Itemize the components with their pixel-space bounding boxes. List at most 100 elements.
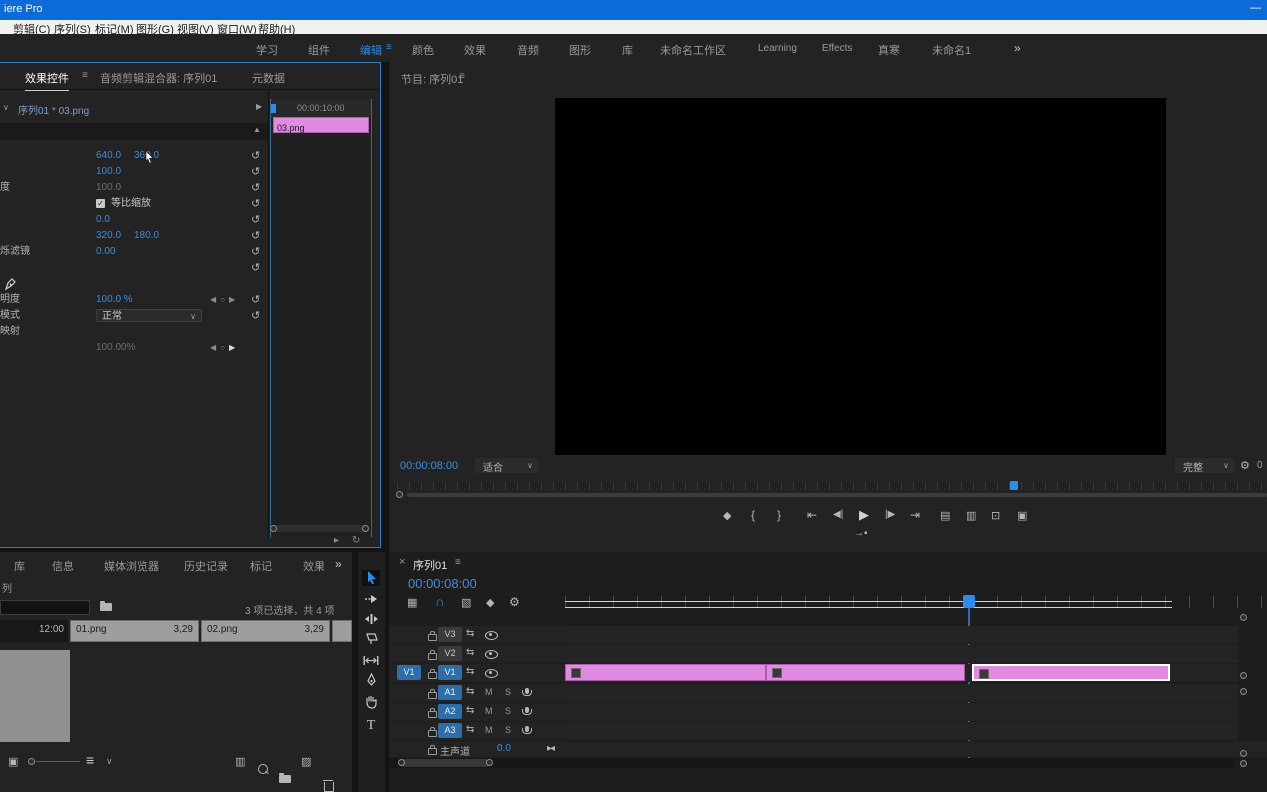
reset-icon[interactable]: ↺ — [251, 292, 260, 308]
track-lock-icon[interactable] — [428, 650, 437, 660]
icon-view-icon[interactable]: ▣ — [8, 755, 18, 768]
extract-icon[interactable]: ▥ — [966, 509, 976, 522]
sync-lock-icon[interactable]: ⇆ — [466, 686, 474, 697]
insert-icon[interactable]: →▪ — [854, 528, 868, 539]
voiceover-record-icon[interactable] — [522, 688, 532, 696]
track-target-v2[interactable]: V2 — [438, 646, 462, 661]
voiceover-record-icon[interactable] — [522, 707, 532, 715]
automate-to-sequence-icon[interactable]: ▥ — [235, 755, 245, 768]
clip-item-02[interactable]: 02.png 3,29 — [201, 620, 330, 642]
workspace-tab-edit-menu-icon[interactable]: ≡ — [386, 42, 392, 53]
workspace-tab-learn[interactable]: 学习 — [256, 42, 278, 58]
hscroll-left-handle[interactable] — [398, 759, 405, 766]
workspace-tab-graphics[interactable]: 图形 — [569, 42, 591, 58]
reset-icon[interactable]: ↺ — [251, 148, 260, 164]
step-back-icon[interactable]: ◀| — [833, 509, 843, 520]
effect-header-play-icon[interactable]: ▶ — [256, 102, 262, 111]
pen-tool[interactable] — [362, 672, 380, 689]
kf-next-icon[interactable]: ▶ — [229, 295, 239, 304]
track-lock-icon[interactable] — [428, 745, 437, 755]
workspace-tab-unnamed1[interactable]: 未命名1 — [932, 42, 971, 58]
list-view-icon[interactable]: ≡ — [86, 752, 94, 768]
program-timecode[interactable]: 00:00:08:00 — [400, 460, 458, 472]
workspace-tab-effects-en[interactable]: Effects — [822, 43, 852, 54]
track-visibility-icon[interactable] — [485, 631, 498, 640]
program-settings-icon[interactable]: ⚙ — [1240, 459, 1250, 472]
program-time-ruler[interactable] — [397, 482, 1267, 490]
track-lock-icon[interactable] — [428, 689, 437, 699]
nest-icon[interactable]: ▦ — [407, 596, 417, 609]
reset-icon[interactable]: ↺ — [251, 212, 260, 228]
play-icon[interactable]: ▶ — [859, 507, 869, 523]
workspace-tab-unnamed-workspace[interactable]: 未命名工作区 — [660, 42, 726, 58]
minimize-button[interactable]: — — [1250, 2, 1261, 14]
master-volume-value[interactable]: 0.0 — [497, 743, 511, 754]
sync-lock-icon[interactable]: ⇆ — [466, 647, 474, 658]
speed-value[interactable]: 100.00% — [96, 340, 135, 356]
mini-timeline-playhead[interactable] — [271, 104, 276, 113]
kf-add-icon[interactable]: ○ — [220, 343, 229, 352]
workspace-tab-libraries[interactable]: 库 — [622, 42, 633, 58]
snap-icon[interactable]: ∩ — [435, 594, 444, 609]
video-scroll-top-handle[interactable] — [1240, 614, 1247, 621]
thumb-zoom-slider[interactable] — [36, 761, 80, 762]
workspace-tab-color[interactable]: 颜色 — [412, 42, 434, 58]
new-item-icon[interactable]: ▨ — [301, 755, 311, 768]
mini-timeline-ruler[interactable]: 00:00:10:00 — [271, 99, 371, 117]
timeline-menu-icon[interactable]: ≡ — [455, 557, 461, 568]
rotation-value[interactable]: 0.0 — [96, 212, 110, 228]
mute-button[interactable]: M — [485, 725, 493, 735]
track-lock-icon[interactable] — [428, 708, 437, 718]
find-icon[interactable] — [258, 764, 268, 774]
track-target-v3[interactable]: V3 — [438, 627, 462, 642]
new-bin-icon[interactable] — [279, 773, 291, 783]
tab-media-browser[interactable]: 媒体浏览器 — [104, 558, 159, 574]
kf-prev-icon[interactable]: ◀ — [210, 343, 220, 352]
mark-in-icon[interactable]: { — [751, 508, 755, 522]
timeline-hscroll-thumb[interactable] — [400, 759, 490, 767]
clip-item-clipped[interactable] — [332, 620, 352, 642]
mute-button[interactable]: M — [485, 687, 493, 697]
sync-lock-icon[interactable]: ⇆ — [466, 628, 474, 639]
linked-selection-icon[interactable]: ▧ — [461, 596, 471, 609]
program-monitor-menu-icon[interactable]: ≡ — [459, 71, 465, 82]
kf-add-icon[interactable]: ○ — [220, 295, 229, 304]
go-to-out-icon[interactable]: ⇥ — [910, 508, 920, 522]
tab-libraries[interactable]: 库 — [14, 558, 25, 574]
workspace-tab-components[interactable]: 组件 — [308, 42, 330, 58]
hscroll-right-handle[interactable] — [486, 759, 493, 766]
project-search-input[interactable] — [0, 600, 90, 615]
program-scrubber-track[interactable] — [407, 493, 1267, 497]
pen-mask-icon[interactable] — [4, 278, 17, 291]
workspace-tab-effects[interactable]: 效果 — [464, 42, 486, 58]
effect-timeline-zoombar[interactable] — [272, 525, 368, 532]
add-marker-icon[interactable]: ◆ — [723, 509, 731, 522]
tab-metadata[interactable]: 元数据 — [252, 70, 285, 86]
corner-scroll-handle[interactable] — [1240, 760, 1247, 767]
uniform-scale-checkbox[interactable]: ✓ — [96, 199, 105, 208]
track-lock-icon[interactable] — [428, 631, 437, 641]
tab-effects-clipped[interactable]: 效果 — [303, 558, 324, 574]
tab-history[interactable]: 历史记录 — [184, 558, 228, 574]
workspace-tab-learning[interactable]: Learning — [758, 43, 797, 54]
sync-lock-icon[interactable]: ⇆ — [466, 705, 474, 716]
reset-icon[interactable]: ↺ — [251, 260, 260, 276]
effect-column-divider[interactable] — [268, 89, 269, 537]
work-area-bar[interactable] — [565, 601, 1172, 608]
kf-prev-icon[interactable]: ◀ — [210, 295, 220, 304]
workspace-tab-custom[interactable]: 真寒 — [878, 42, 900, 58]
clip-thumbnail[interactable] — [0, 650, 70, 742]
audio-scroll-bottom-handle[interactable] — [1240, 750, 1247, 757]
scale-value[interactable]: 100.0 — [96, 164, 121, 180]
playback-resolution-dropdown[interactable]: 完整 ∨ — [1175, 458, 1235, 474]
tab-markers[interactable]: 标记 — [250, 558, 272, 574]
razor-tool[interactable] — [362, 632, 380, 648]
solo-button[interactable]: S — [505, 706, 511, 716]
clip-item-01[interactable]: 01.png 3,29 — [70, 620, 199, 642]
clip-row-offscreen[interactable]: 12:00 — [0, 620, 68, 642]
anchor-x-value[interactable]: 320.0 — [96, 228, 121, 244]
audio-scroll-top-handle[interactable] — [1240, 688, 1247, 695]
view-chevron-icon[interactable]: ∨ — [106, 756, 113, 767]
selection-tool[interactable] — [362, 570, 380, 586]
sync-lock-icon[interactable]: ⇆ — [466, 724, 474, 735]
